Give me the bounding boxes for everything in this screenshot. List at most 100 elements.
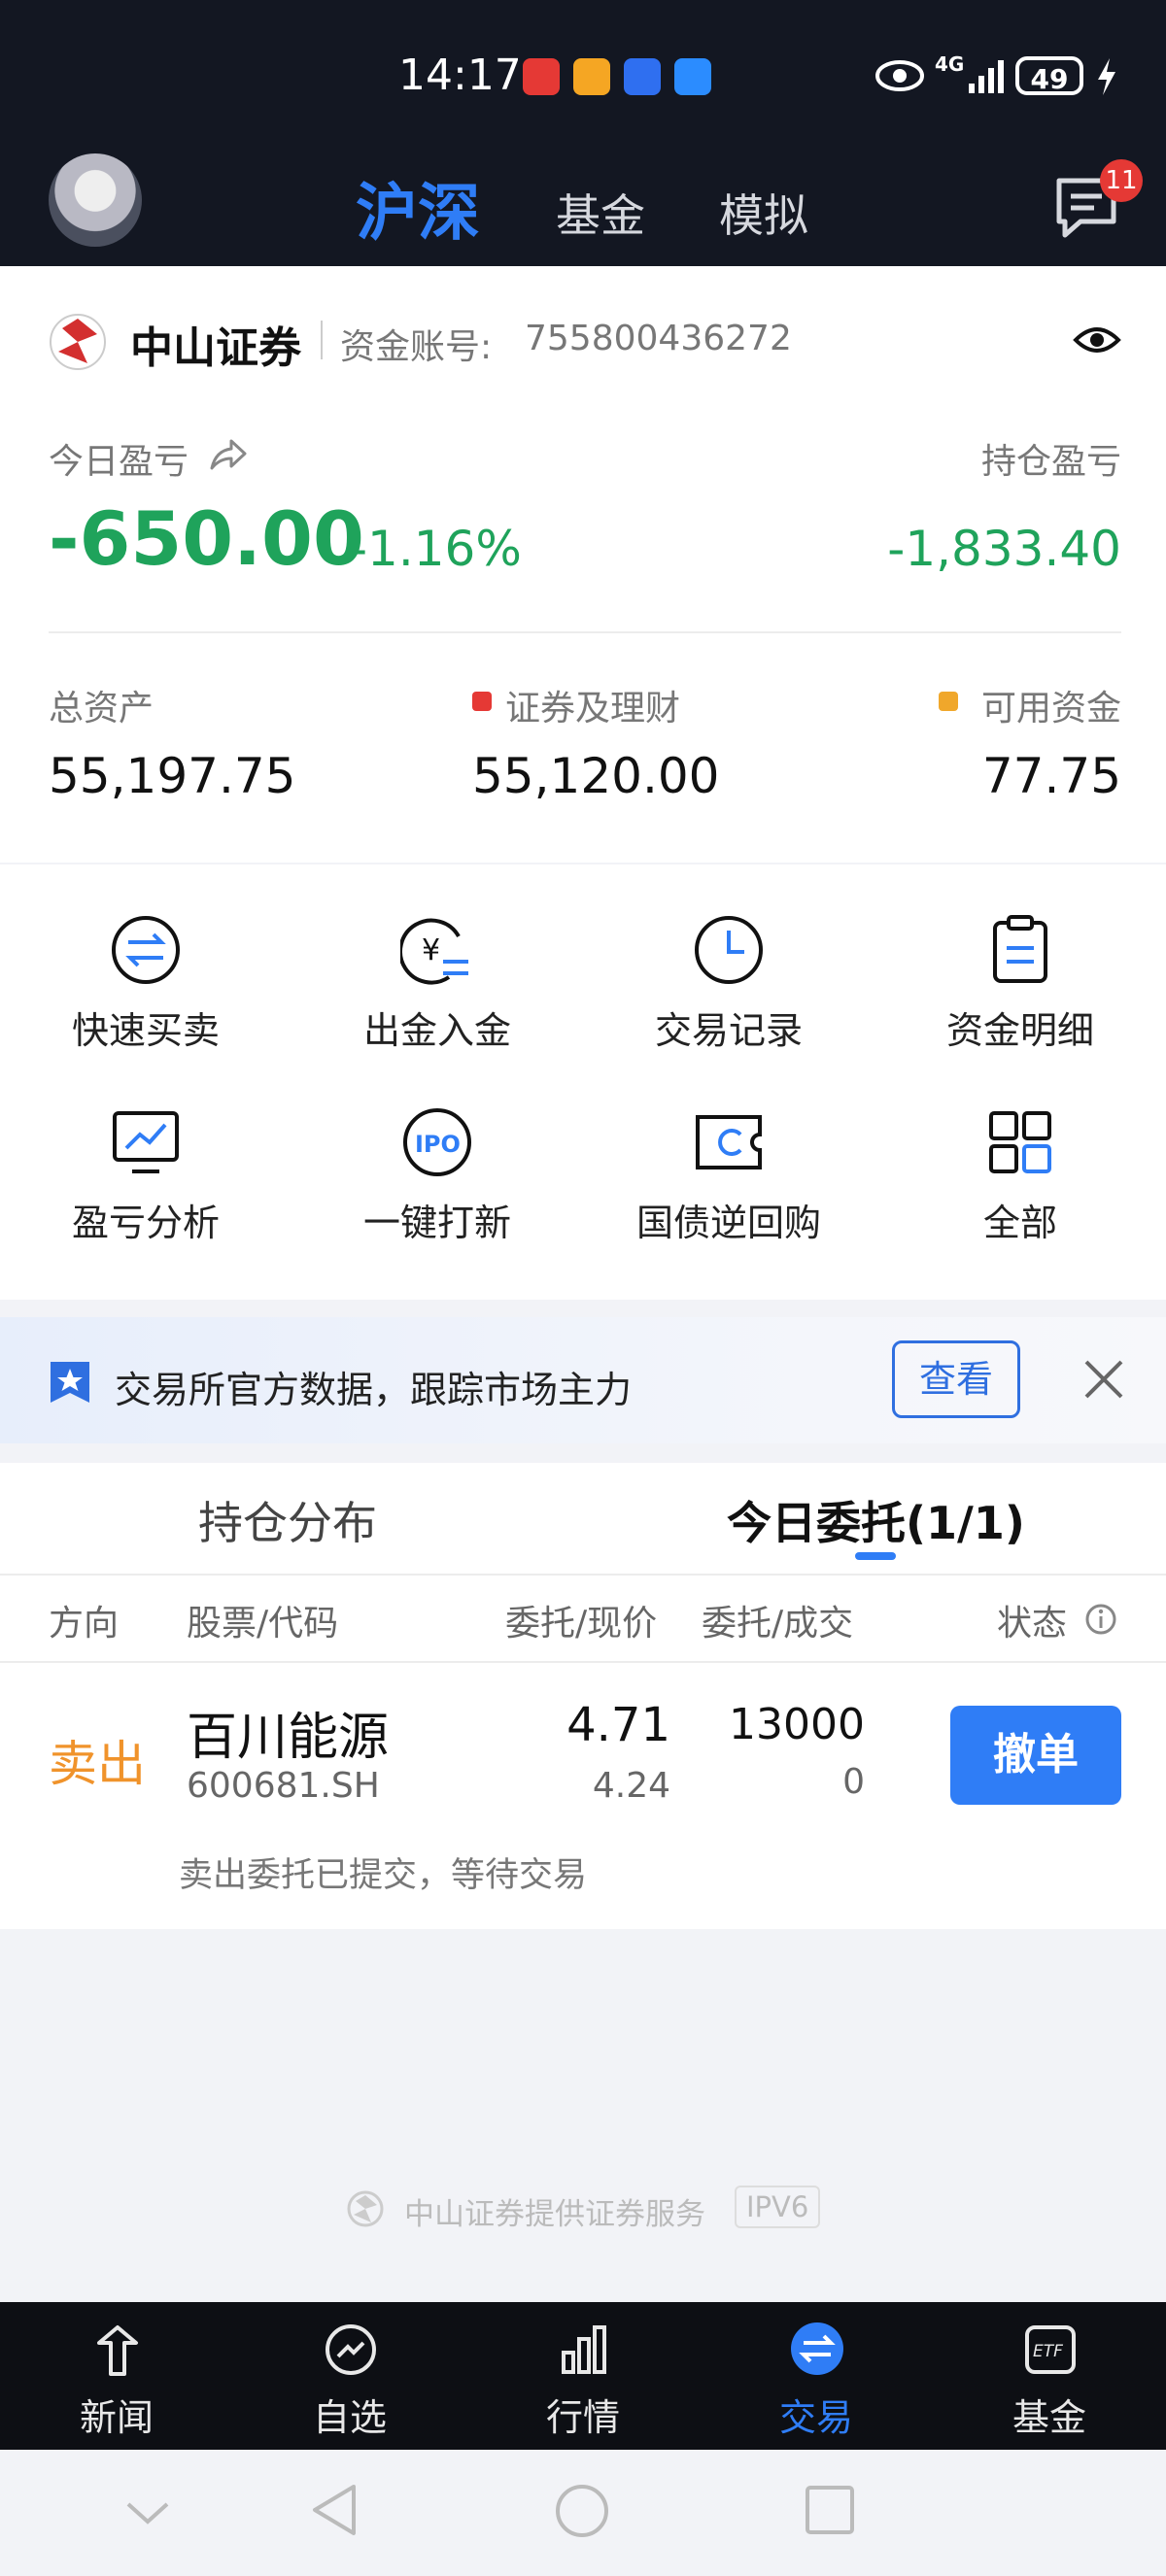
available-dot bbox=[939, 692, 958, 711]
eye-status-icon bbox=[875, 60, 924, 91]
news-icon bbox=[97, 2325, 138, 2376]
today-pl-value: -650.00 bbox=[49, 495, 364, 582]
grid-icon bbox=[989, 1111, 1051, 1173]
divider bbox=[49, 631, 1121, 633]
nav-label: 基金 bbox=[1012, 2396, 1086, 2439]
securities-value: 55,120.00 bbox=[472, 748, 720, 804]
account-label: 资金账号: bbox=[340, 327, 493, 367]
nav-trade[interactable]: 交易 bbox=[700, 2302, 933, 2450]
order-stock-name[interactable]: 百川能源 bbox=[187, 1696, 389, 1769]
chevron-down-icon[interactable] bbox=[122, 2492, 173, 2531]
watchlist-icon bbox=[326, 2324, 376, 2375]
ipv6-badge: IPV6 bbox=[735, 2186, 821, 2228]
col-direction: 方向 bbox=[49, 1604, 120, 1644]
tab-hushen[interactable]: 沪深 bbox=[356, 163, 480, 253]
col-quantity: 委托/成交 bbox=[702, 1604, 854, 1644]
action-label: 一键打新 bbox=[362, 1202, 511, 1244]
broker-name: 中山证券 bbox=[130, 323, 301, 373]
action-bond-repo[interactable]: 国债逆回购 bbox=[583, 1105, 874, 1246]
ipo-icon: IPO bbox=[403, 1108, 471, 1176]
cancel-order-button[interactable]: 撤单 bbox=[950, 1706, 1121, 1805]
nav-label: 新闻 bbox=[79, 2396, 154, 2439]
weather-app-icon bbox=[674, 58, 711, 95]
nav-news[interactable]: 新闻 bbox=[0, 2302, 233, 2450]
action-pl-analysis[interactable]: 盈亏分析 bbox=[0, 1105, 292, 1246]
clipboard-icon bbox=[993, 915, 1047, 983]
tab-positions[interactable]: 持仓分布 bbox=[198, 1488, 377, 1552]
action-label: 交易记录 bbox=[654, 1009, 803, 1052]
service-note: 中山证券提供证券服务 bbox=[404, 2197, 705, 2232]
bar-chart-icon bbox=[562, 2325, 606, 2374]
svg-text:¥: ¥ bbox=[422, 933, 440, 967]
securities-label: 证券及理财 bbox=[505, 689, 681, 729]
nav-market[interactable]: 行情 bbox=[466, 2302, 700, 2450]
trade-icon bbox=[791, 2322, 843, 2375]
today-pl-label: 今日盈亏 bbox=[49, 442, 189, 482]
nav-label: 交易 bbox=[778, 2396, 853, 2439]
nav-label: 自选 bbox=[312, 2396, 387, 2439]
account-number: 755800436272 bbox=[525, 319, 792, 358]
bond-repo-icon bbox=[696, 1115, 762, 1169]
action-trade-records[interactable]: 交易记录 bbox=[583, 913, 874, 1054]
today-pl-percent: -1.16% bbox=[350, 521, 522, 577]
calendar-app-icon bbox=[523, 58, 560, 95]
action-label: 盈亏分析 bbox=[71, 1202, 220, 1244]
svg-text:IPO: IPO bbox=[415, 1131, 461, 1158]
etf-icon: ETF bbox=[1025, 2325, 1076, 2374]
order-price: 4.71 bbox=[566, 1698, 670, 1752]
tab-fund[interactable]: 基金 bbox=[556, 181, 645, 245]
divider bbox=[0, 1661, 1166, 1663]
back-icon[interactable] bbox=[307, 2481, 361, 2539]
filled-quantity: 0 bbox=[842, 1762, 865, 1802]
share-icon[interactable] bbox=[208, 437, 247, 472]
nav-fund[interactable]: ETF 基金 bbox=[933, 2302, 1166, 2450]
action-deposit-withdraw[interactable]: ¥ 出金入金 bbox=[292, 913, 583, 1054]
quick-actions-grid: 快速买卖 ¥ 出金入金 交易记录 资金明细 盈亏分析 IPO 一键打新 国债逆回… bbox=[0, 864, 1166, 1300]
action-all[interactable]: 全部 bbox=[874, 1105, 1166, 1246]
info-icon[interactable] bbox=[1084, 1603, 1117, 1636]
yen-transfer-icon: ¥ bbox=[400, 918, 468, 985]
message-badge: 11 bbox=[1100, 159, 1143, 202]
broker-footer-logo bbox=[347, 2190, 384, 2227]
eye-toggle-icon[interactable] bbox=[1073, 322, 1121, 357]
order-stock-code: 600681.SH bbox=[187, 1766, 380, 1806]
action-quick-trade[interactable]: 快速买卖 bbox=[0, 913, 292, 1054]
order-status-text: 卖出委托已提交，等待交易 bbox=[179, 1856, 588, 1895]
battery-indicator: 49 bbox=[1015, 56, 1083, 95]
position-pl-value: -1,833.40 bbox=[887, 521, 1121, 577]
home-icon[interactable] bbox=[554, 2483, 610, 2539]
nav-watchlist[interactable]: 自选 bbox=[233, 2302, 466, 2450]
close-icon[interactable] bbox=[1080, 1356, 1127, 1403]
divider bbox=[321, 321, 323, 359]
position-pl-label: 持仓盈亏 bbox=[980, 442, 1121, 482]
network-type: 4G bbox=[935, 52, 965, 76]
broker-logo bbox=[50, 314, 106, 370]
tab-today-orders[interactable]: 今日委托(1/1) bbox=[727, 1488, 1025, 1552]
action-label: 资金明细 bbox=[945, 1009, 1094, 1052]
action-ipo[interactable]: IPO 一键打新 bbox=[292, 1105, 583, 1246]
order-quantity: 13000 bbox=[729, 1700, 865, 1749]
action-label: 出金入金 bbox=[362, 1009, 511, 1052]
total-assets-value: 55,197.75 bbox=[49, 748, 296, 804]
swap-circle-icon bbox=[112, 916, 180, 984]
tab-indicator bbox=[855, 1552, 896, 1560]
available-label: 可用资金 bbox=[980, 689, 1121, 729]
avatar[interactable] bbox=[49, 153, 142, 247]
divider bbox=[0, 1574, 1166, 1576]
col-status: 状态 bbox=[997, 1604, 1068, 1644]
chart-monitor-icon bbox=[113, 1111, 179, 1173]
charging-icon bbox=[1098, 58, 1115, 95]
nav-label: 行情 bbox=[545, 2396, 620, 2439]
action-label: 快速买卖 bbox=[71, 1009, 220, 1052]
action-fund-details[interactable]: 资金明细 bbox=[874, 913, 1166, 1054]
signal-icon bbox=[969, 60, 1004, 93]
bottom-nav: 新闻 自选 行情 交易 ETF 基金 bbox=[0, 2302, 1166, 2450]
tab-simulate[interactable]: 模拟 bbox=[719, 181, 808, 245]
securities-dot bbox=[472, 692, 492, 711]
bulb-app-icon bbox=[624, 58, 661, 95]
action-label: 全部 bbox=[982, 1202, 1057, 1244]
banner-view-button[interactable]: 查看 bbox=[892, 1340, 1020, 1418]
clock-icon bbox=[695, 916, 763, 984]
recents-icon[interactable] bbox=[803, 2483, 857, 2537]
media-app-icon bbox=[573, 58, 610, 95]
